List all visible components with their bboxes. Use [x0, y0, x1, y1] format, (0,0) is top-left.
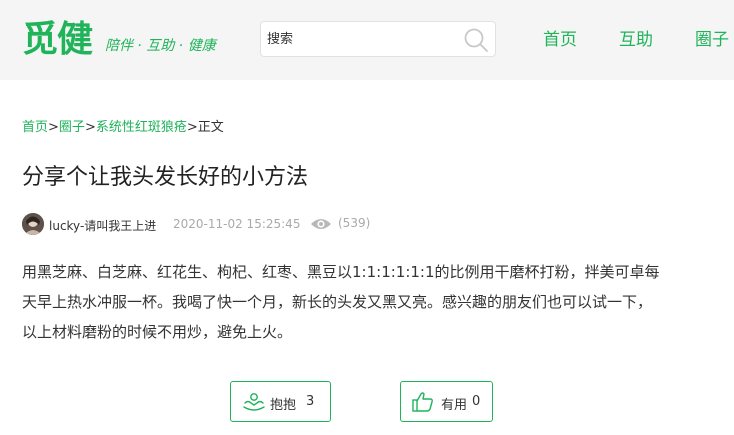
breadcrumb-separator: >: [84, 120, 96, 135]
author-name[interactable]: lucky-请叫我王上进: [49, 217, 156, 234]
search-box: [260, 21, 496, 57]
site-logo[interactable]: 觅健: [22, 18, 93, 62]
view-count: (539): [338, 216, 371, 230]
breadcrumb-circle[interactable]: 圈子: [59, 120, 85, 135]
site-slogan: 陪伴 · 互助 · 健康: [105, 38, 216, 54]
breadcrumb: 首页>圈子>系统性红斑狼疮>正文: [22, 119, 224, 137]
breadcrumb-separator: >: [186, 120, 198, 135]
nav-home[interactable]: 首页: [543, 28, 577, 52]
useful-count: 0: [472, 394, 481, 409]
useful-label: 有用: [441, 398, 468, 413]
breadcrumb-home[interactable]: 首页: [22, 120, 48, 135]
content-line: 天早上热水冲服一杯。我喝了快一个月，新长的头发又黑又亮。感兴趣的朋友们也可以试一…: [22, 293, 653, 311]
avatar-image: [22, 213, 44, 235]
hug-button[interactable]: 抱抱 3: [230, 381, 331, 422]
post-title: 分享个让我头发长好的小方法: [22, 165, 309, 190]
eye-icon: [311, 219, 331, 229]
hug-label: 抱抱: [270, 398, 297, 413]
search-input[interactable]: [267, 28, 457, 50]
content-line: 用黑芝麻、白芝麻、红花生、枸杞、红枣、黑豆以1:1:1:1:1:1的比例用干磨杯…: [22, 263, 660, 281]
content-line: 以上材料磨粉的时候不用炒，避免上火。: [22, 323, 293, 341]
thumbs-up-icon: [412, 392, 433, 412]
breadcrumb-topic[interactable]: 系统性红斑狼疮: [96, 120, 187, 135]
post-meta: lucky-请叫我王上进 2020-11-02 15:25:45 (539): [22, 212, 722, 238]
hug-count: 3: [306, 394, 315, 409]
breadcrumb-separator: >: [48, 120, 59, 135]
nav-mutual-help[interactable]: 互助: [619, 28, 653, 52]
breadcrumb-current: 正文: [197, 120, 224, 135]
site-header: 觅健 陪伴 · 互助 · 健康 首页 互助 圈子: [0, 0, 734, 80]
avatar[interactable]: [22, 213, 44, 235]
post-time: 2020-11-02 15:25:45: [173, 217, 301, 231]
post-content: 用黑芝麻、白芝麻、红花生、枸杞、红枣、黑豆以1:1:1:1:1:1的比例用干磨杯…: [22, 257, 702, 347]
search-icon[interactable]: [461, 25, 491, 55]
useful-button[interactable]: 有用 0: [400, 381, 493, 422]
hug-icon: [243, 393, 265, 411]
nav-circles[interactable]: 圈子: [695, 28, 729, 52]
